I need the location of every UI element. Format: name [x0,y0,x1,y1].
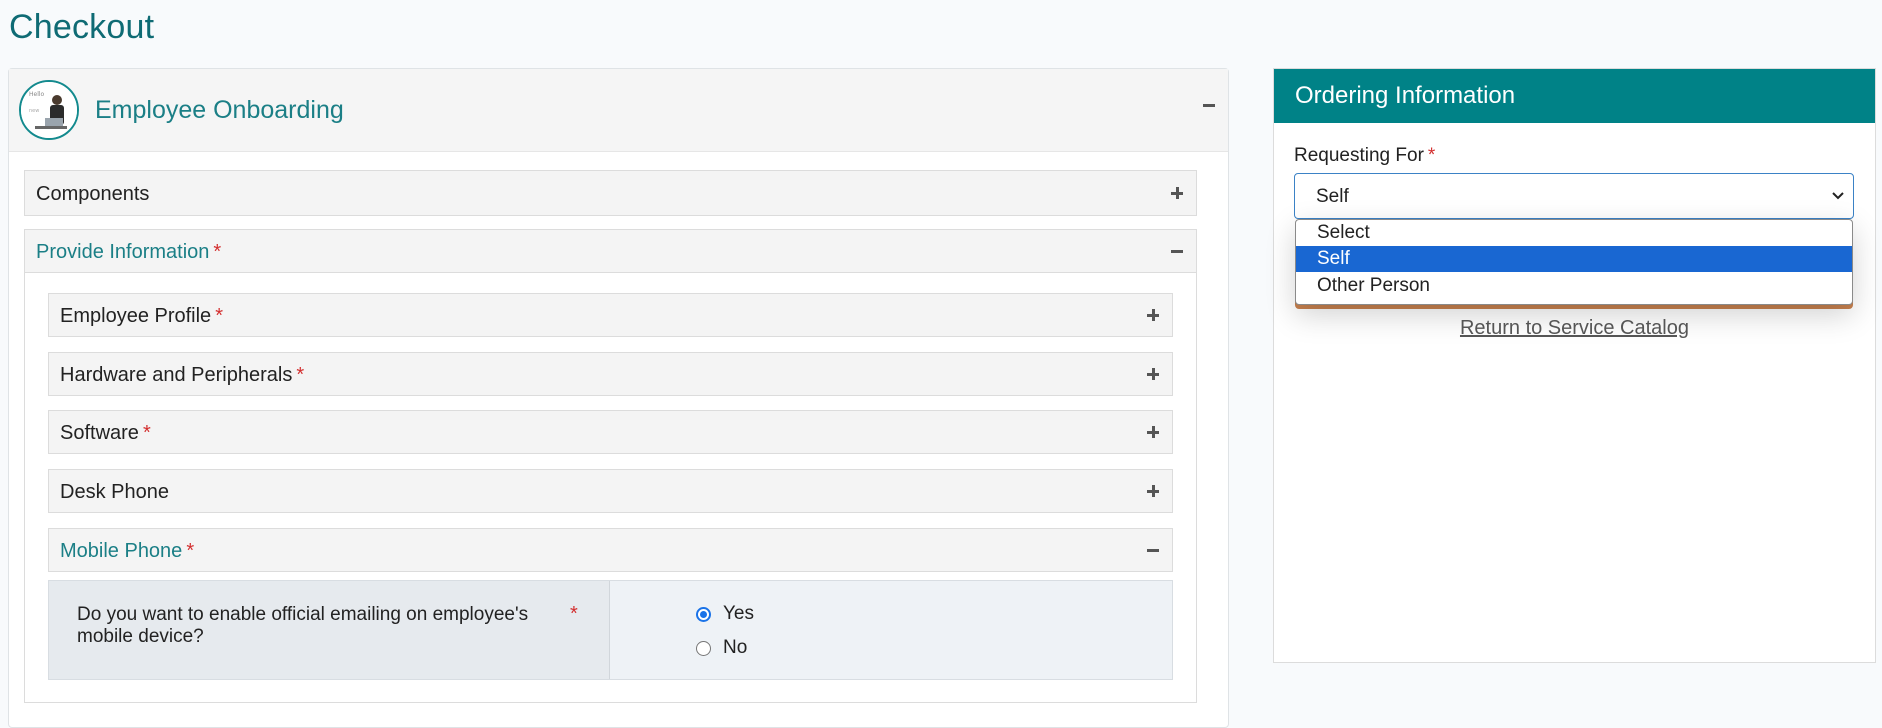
panel-title: Employee Onboarding [95,96,344,124]
requesting-for-label: Requesting For * [1294,145,1436,166]
requesting-for-select[interactable]: Self [1294,173,1854,219]
collapse-minus-icon[interactable] [1145,542,1161,558]
subsection-label: Desk Phone [60,481,169,503]
subsection-mobile-phone[interactable]: Mobile Phone * [48,528,1173,572]
section-label-components: Components [36,183,150,205]
option-other-person[interactable]: Other Person [1296,273,1852,299]
expand-plus-icon[interactable] [1145,307,1161,323]
page-title: Checkout [9,8,155,46]
subsection-employee-profile[interactable]: Employee Profile * [48,293,1173,337]
option-select[interactable]: Select [1296,220,1852,246]
option-self[interactable]: Self [1296,246,1852,272]
radio-icon[interactable] [696,606,711,622]
radio-label-no: No [723,637,748,658]
expand-plus-icon[interactable] [1145,366,1161,382]
avatar: Hello new [19,80,79,140]
ordering-information-panel: Ordering Information Requesting For * Sel… [1273,68,1876,663]
svg-text:new: new [29,108,39,114]
subsection-label: Employee Profile * [60,305,223,327]
subsection-software[interactable]: Software * [48,410,1173,454]
panel-header[interactable]: Hello new Employee Onboarding [9,69,1228,152]
expand-plus-icon[interactable] [1145,483,1161,499]
question-cell: Do you want to enable official emailing … [49,581,610,679]
required-marker: * [570,603,578,625]
select-value: Self [1316,186,1349,207]
expand-plus-icon[interactable] [1145,424,1161,440]
collapse-minus-icon[interactable] [1201,97,1217,113]
subsection-hardware-peripherals[interactable]: Hardware and Peripherals * [48,352,1173,396]
radio-yes[interactable]: Yes [696,603,754,625]
return-to-service-catalog-link[interactable]: Return to Service Catalog [1274,317,1875,340]
section-provide-information[interactable]: Provide Information * [24,229,1197,273]
section-components[interactable]: Components [24,170,1197,216]
collapse-minus-icon[interactable] [1169,243,1185,259]
subsection-label: Software * [60,422,151,444]
svg-text:Hello: Hello [29,91,45,98]
ordering-information-title: Ordering Information [1274,69,1875,123]
question-row: Do you want to enable official emailing … [48,580,1173,680]
requesting-for-dropdown: Select Self Other Person [1295,219,1853,305]
question-text: Do you want to enable official emailing … [77,604,529,647]
radio-icon[interactable] [696,640,711,656]
expand-plus-icon[interactable] [1169,185,1185,201]
radio-label-yes: Yes [723,603,754,624]
subsection-desk-phone[interactable]: Desk Phone [48,469,1173,513]
subsection-label: Hardware and Peripherals * [60,364,305,386]
section-label-provide-information: Provide Information * [36,241,222,263]
subsection-label: Mobile Phone * [60,540,195,562]
chevron-down-icon [1832,192,1844,200]
radio-no[interactable]: No [696,637,747,659]
